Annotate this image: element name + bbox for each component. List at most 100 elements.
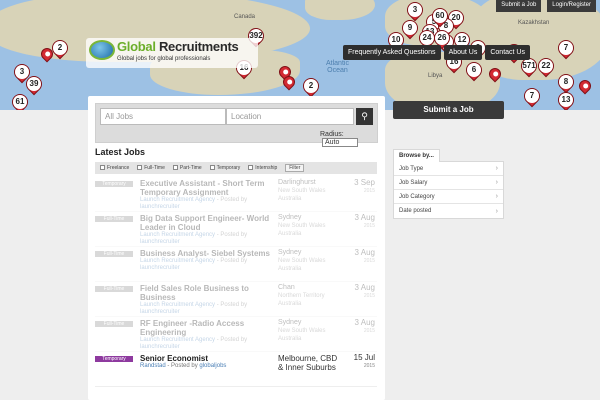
job-company[interactable]: Launch Recruitment Agency: [140, 197, 215, 203]
job-type-badge: Full-Time: [95, 321, 133, 327]
search-button[interactable]: ⚲: [356, 108, 373, 125]
map-pin[interactable]: 13: [554, 88, 578, 110]
jobs-search-input[interactable]: All Jobs: [100, 108, 226, 125]
nav-about[interactable]: About Us: [443, 45, 483, 60]
filter-temporary[interactable]: Temporary: [209, 165, 240, 171]
site-logo[interactable]: Global Recruitments Global jobs for glob…: [86, 38, 258, 68]
job-location: Melbourne, CBD & Inner Suburbs: [278, 354, 338, 372]
job-meta: Randstad - Posted by globaljobs: [140, 363, 227, 369]
location-input[interactable]: Location: [226, 108, 354, 125]
job-meta: Launch Recruitment Agency - Posted by lau…: [140, 232, 248, 245]
browse-widget: Browse by... Job Type › Job Salary › Job C…: [393, 143, 504, 219]
map-label-kazakhstan: Kazakhstan: [518, 20, 550, 26]
job-row[interactable]: Full-Time Big Data Support Engineer- Wor…: [95, 212, 377, 247]
job-poster[interactable]: globaljobs: [199, 363, 226, 369]
job-location: Chan Northern Territory Australia: [278, 284, 325, 307]
checkbox[interactable]: [137, 165, 143, 171]
map-land-greenland: [305, 0, 375, 20]
job-location: Sydney New South Wales Australia: [278, 249, 326, 272]
submit-job-button[interactable]: Submit a Job: [393, 101, 504, 119]
browse-item-job-category[interactable]: Job Category ›: [394, 190, 503, 204]
job-date: 3 Sep 2015: [354, 178, 375, 195]
job-poster[interactable]: launchrecruiter: [140, 265, 180, 271]
job-location: Sydney New South Wales Australia: [278, 319, 326, 342]
job-poster[interactable]: launchrecruiter: [140, 309, 180, 315]
nav-contact[interactable]: Contact Us: [485, 45, 530, 60]
map-pin[interactable]: 2: [299, 74, 323, 98]
chevron-right-icon: ›: [495, 179, 498, 186]
checkbox[interactable]: [248, 165, 254, 171]
job-meta: Launch Recruitment Agency - Posted by lau…: [140, 258, 248, 271]
logo-title: Global Recruitments: [117, 39, 239, 54]
job-company[interactable]: Launch Recruitment Agency: [140, 302, 215, 308]
job-date: 3 Aug 2015: [354, 213, 375, 230]
radius-label: Radius:: [320, 131, 344, 138]
map-pin[interactable]: 61: [8, 90, 32, 110]
job-location: Darlinghurst New South Wales Australia: [278, 179, 326, 202]
filter-freelance[interactable]: Freelance: [100, 165, 129, 171]
job-title[interactable]: Senior Economist: [140, 354, 270, 363]
job-type-badge: Full-Time: [95, 216, 133, 222]
job-title[interactable]: Business Analyst- Siebel Systems: [140, 249, 270, 258]
checkbox[interactable]: [172, 165, 178, 171]
job-company[interactable]: Launch Recruitment Agency: [140, 232, 215, 238]
job-type-badge: Temporary: [95, 181, 133, 187]
job-title[interactable]: Big Data Support Engineer- World Leader …: [140, 214, 270, 232]
latest-jobs-heading: Latest Jobs: [95, 147, 146, 157]
filter-internship[interactable]: Internship: [248, 165, 277, 171]
top-bar: Submit a Job Login/Register: [496, 0, 596, 12]
submit-job-link[interactable]: Submit a Job: [496, 0, 542, 12]
search-form: All Jobs Location ⚲ Radius:Auto: [95, 103, 378, 147]
chevron-right-icon: ›: [495, 165, 498, 172]
browse-item-job-type[interactable]: Job Type ›: [394, 162, 503, 176]
checkbox[interactable]: [100, 165, 105, 171]
checkbox[interactable]: [209, 165, 215, 171]
job-type-badge: Temporary: [95, 356, 133, 362]
browse-item-date-posted[interactable]: Date posted ›: [394, 204, 503, 218]
job-row[interactable]: Full-Time RF Engineer -Radio Access Engi…: [95, 317, 377, 352]
job-title[interactable]: RF Engineer -Radio Access Engineering: [140, 319, 270, 337]
job-company[interactable]: Randstad: [140, 363, 166, 369]
filter-full-time[interactable]: Full-Time: [137, 165, 165, 171]
filter-part-time[interactable]: Part-Time: [172, 165, 202, 171]
job-title[interactable]: Executive Assistant - Short Term Tempora…: [140, 179, 270, 197]
globe-icon: [89, 40, 115, 60]
map-label-atlantic-ocean: Atlantic Ocean: [326, 60, 349, 74]
job-location: Sydney New South Wales Australia: [278, 214, 326, 237]
job-type-filters: Freelance Full-Time Part-Time Temporary …: [95, 162, 377, 174]
main-nav: Frequently Asked Questions About Us Cont…: [343, 45, 530, 60]
map-pin[interactable]: 7: [520, 84, 544, 108]
filter-button[interactable]: Filter: [285, 164, 305, 172]
job-row[interactable]: Full-Time Business Analyst- Siebel Syste…: [95, 247, 377, 282]
job-meta: Launch Recruitment Agency - Posted by lau…: [140, 197, 248, 210]
job-meta: Launch Recruitment Agency - Posted by lau…: [140, 302, 248, 315]
job-date: 3 Aug 2015: [354, 248, 375, 265]
job-date: 15 Jul 2015: [353, 353, 375, 370]
radius-select[interactable]: Auto: [322, 138, 358, 147]
main-content: All Jobs Location ⚲ Radius:Auto Latest J…: [88, 96, 385, 400]
browse-item-job-salary[interactable]: Job Salary ›: [394, 176, 503, 190]
map-label-canada: Canada: [234, 14, 256, 20]
search-icon: ⚲: [361, 111, 368, 121]
job-type-badge: Full-Time: [95, 286, 133, 292]
job-row[interactable]: Full-Time Field Sales Role Business to B…: [95, 282, 377, 317]
browse-tab[interactable]: Browse by...: [393, 149, 440, 162]
job-meta: Launch Recruitment Agency - Posted by lau…: [140, 337, 248, 350]
job-poster[interactable]: launchrecruiter: [140, 204, 180, 210]
job-row[interactable]: Temporary Senior Economist Randstad - Po…: [95, 352, 377, 387]
job-poster[interactable]: launchrecruiter: [140, 344, 180, 350]
nav-faq[interactable]: Frequently Asked Questions: [343, 45, 441, 60]
job-type-badge: Full-Time: [95, 251, 133, 257]
job-list: Temporary Executive Assistant - Short Te…: [95, 177, 377, 387]
job-company[interactable]: Launch Recruitment Agency: [140, 337, 215, 343]
browse-list: Job Type › Job Salary › Job Category › Date…: [393, 161, 504, 219]
job-date: 3 Aug 2015: [354, 318, 375, 335]
login-register-link[interactable]: Login/Register: [547, 0, 596, 12]
map-pin[interactable]: [576, 77, 594, 95]
job-company[interactable]: Launch Recruitment Agency: [140, 258, 215, 264]
map-label-libya: Libya: [428, 73, 443, 79]
job-title[interactable]: Field Sales Role Business to Business: [140, 284, 270, 302]
job-poster[interactable]: launchrecruiter: [140, 239, 180, 245]
chevron-right-icon: ›: [495, 193, 498, 200]
job-row[interactable]: Temporary Executive Assistant - Short Te…: [95, 177, 377, 212]
